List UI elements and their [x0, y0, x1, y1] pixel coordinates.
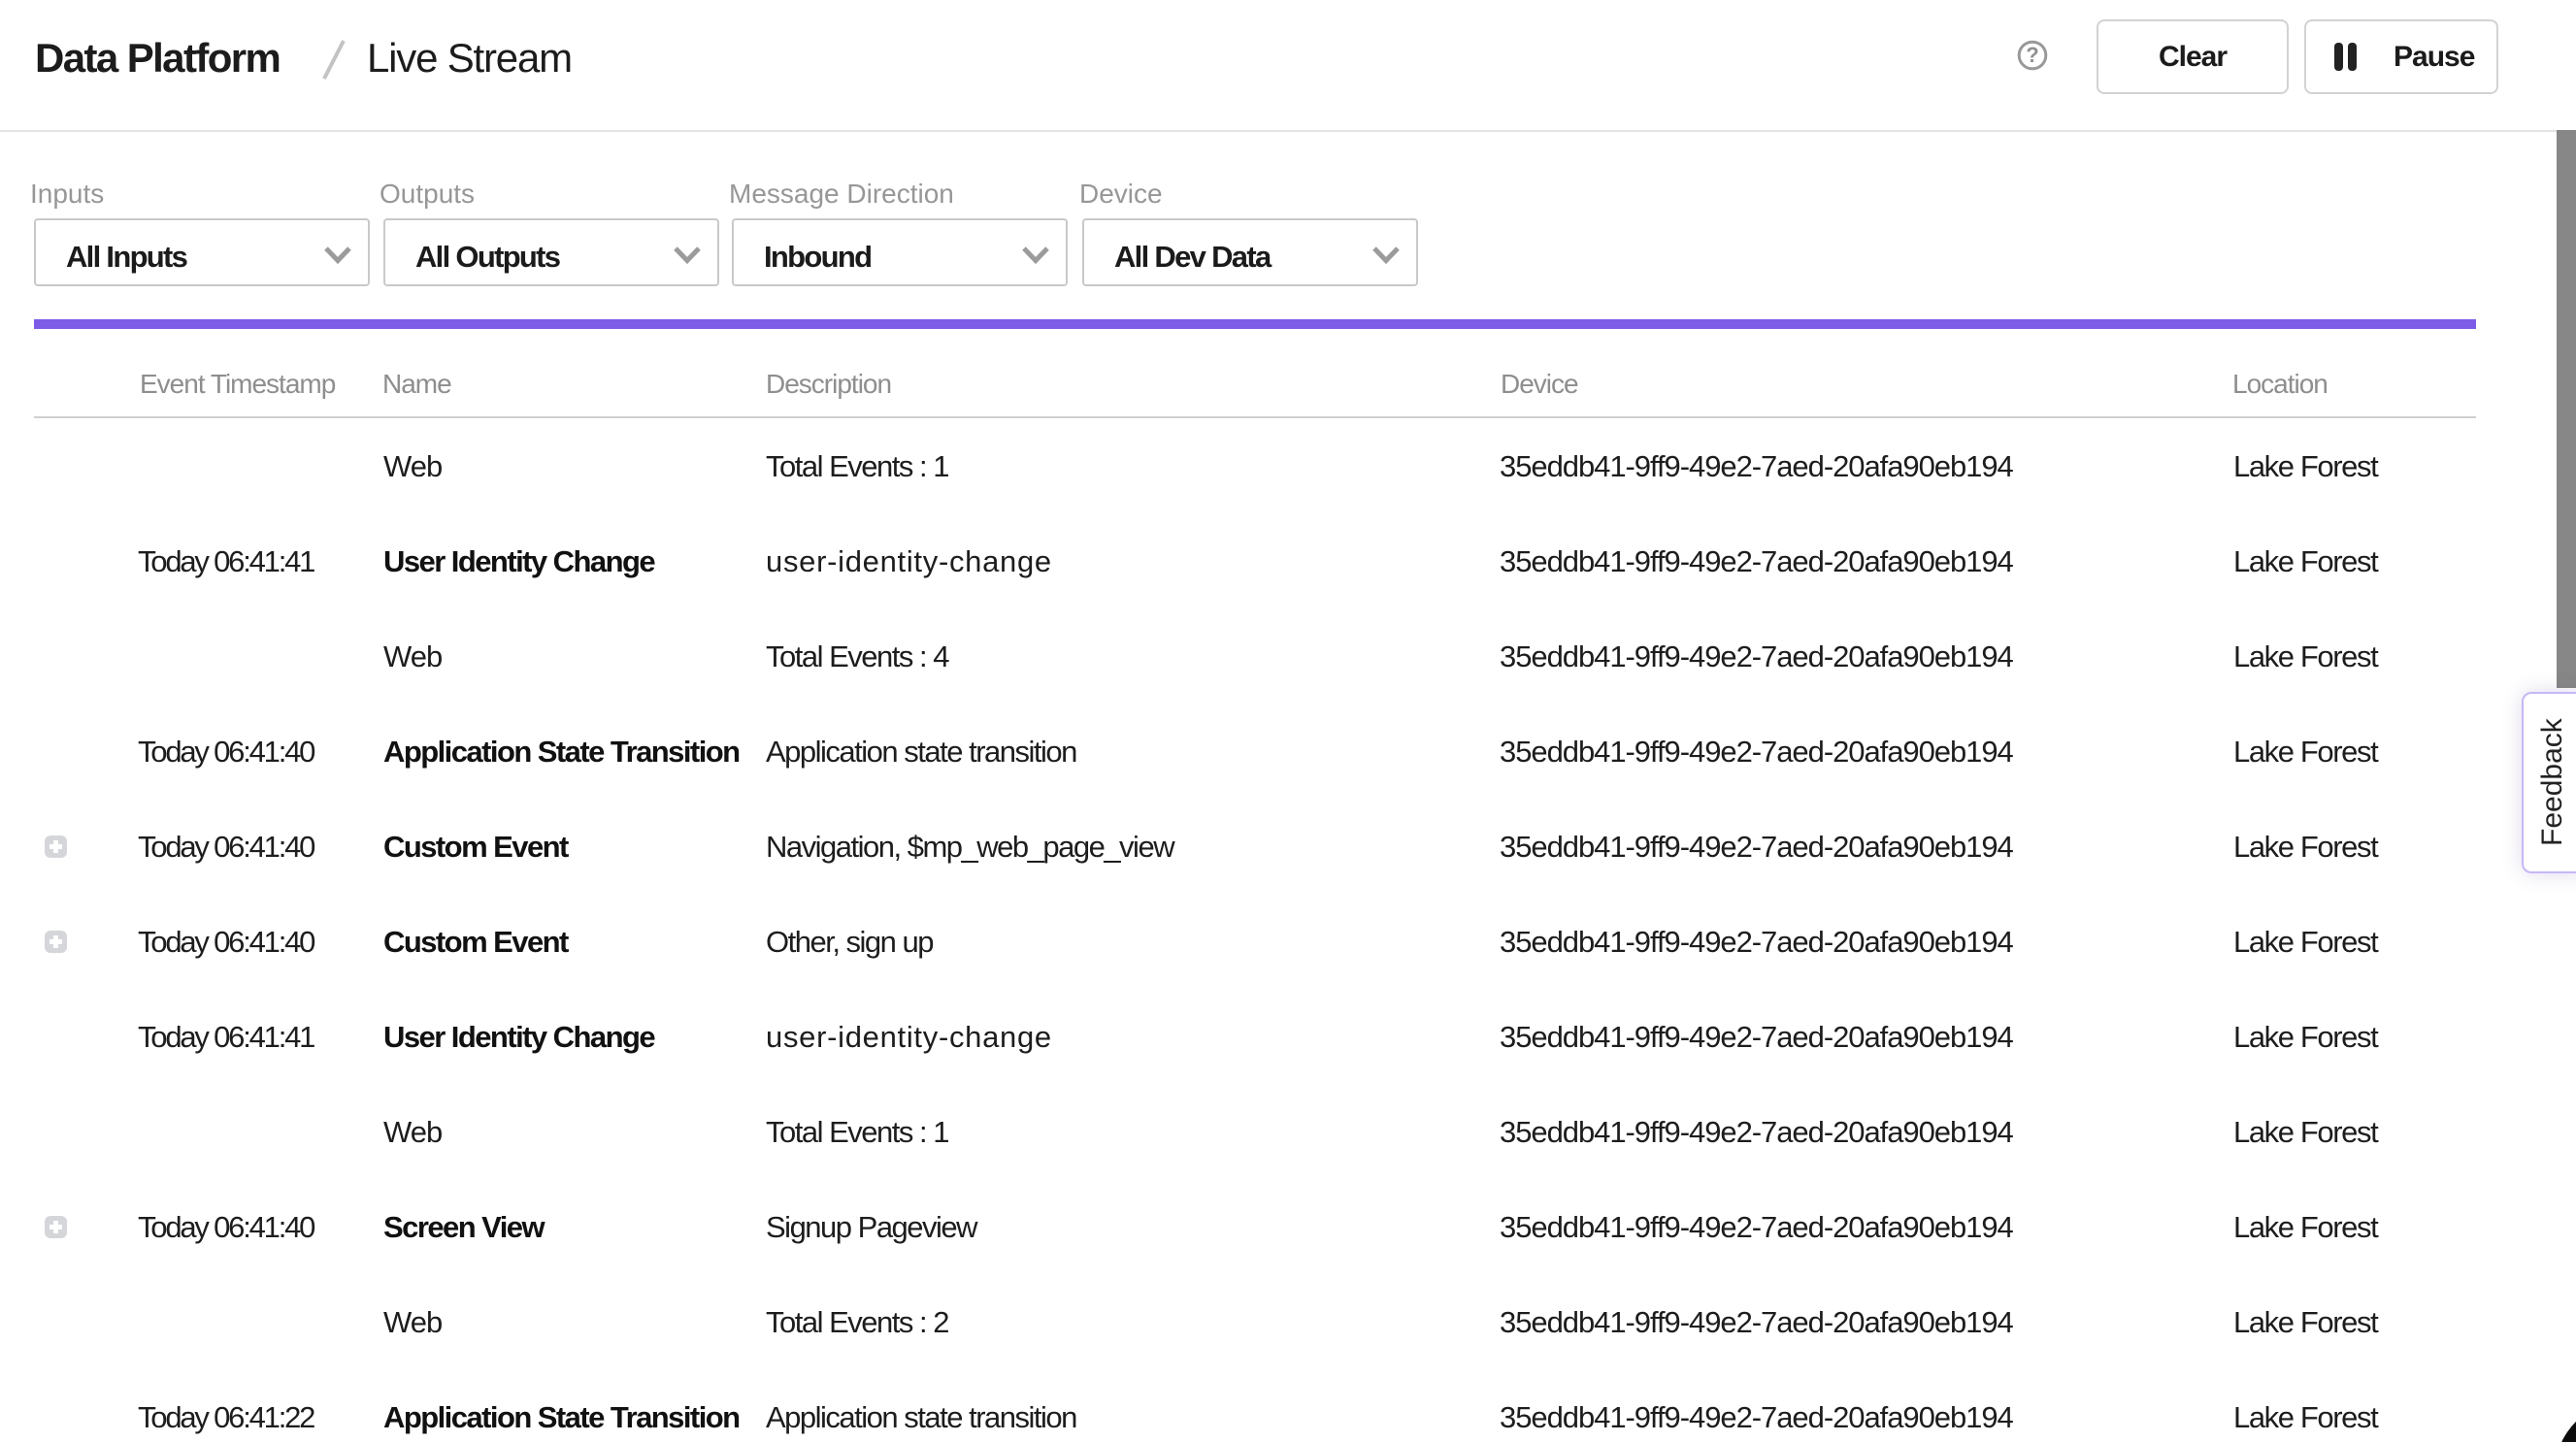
svg-text:?: ? — [2026, 43, 2038, 67]
